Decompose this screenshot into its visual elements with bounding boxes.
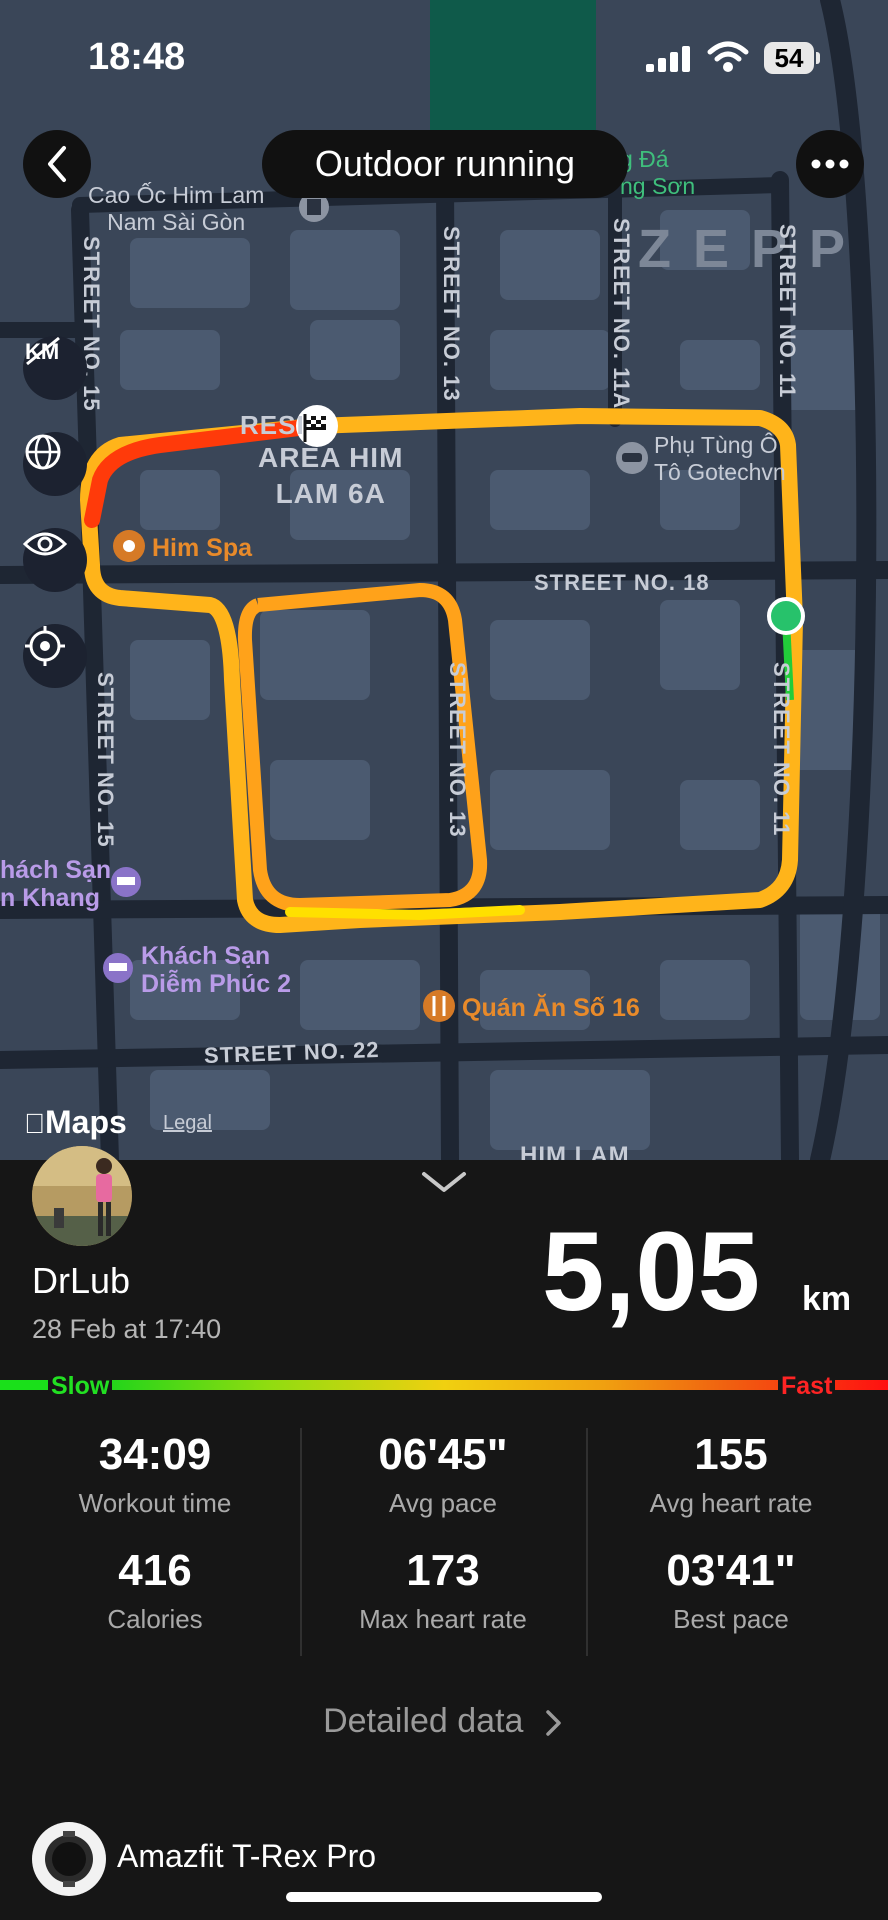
stat-workout-time: 34:09 Workout time [10, 1430, 300, 1519]
hotel-icon [111, 867, 141, 897]
area-him-lam-6a: AREA HIM LAM 6A [258, 442, 404, 509]
chevron-left-icon [48, 146, 66, 182]
visibility-toggle-button[interactable] [23, 528, 87, 592]
detailed-data-link[interactable]: Detailed data [0, 1702, 888, 1741]
user-name: DrLub [32, 1260, 131, 1301]
stat-label: Avg heart rate [649, 1488, 813, 1518]
poi-khach-san-diem-phuc: Khách Sạn Diễm Phúc 2 [141, 942, 292, 998]
car-service-icon [616, 442, 648, 474]
hotel-icon-2 [103, 953, 133, 983]
device-name: Amazfit T-Rex Pro [117, 1838, 377, 1874]
street-label-15-bottom: STREET NO. 15 [93, 672, 118, 848]
watch-icon [45, 1831, 93, 1887]
street-label-18: STREET NO. 18 [534, 570, 710, 595]
stat-value: 06'45" [378, 1430, 508, 1479]
map-layer-button[interactable] [23, 432, 87, 496]
restaurant-icon [423, 990, 455, 1022]
battery-indicator: 54 [764, 42, 814, 74]
detailed-data-label: Detailed data [323, 1702, 524, 1740]
distance-value: 5,05 [542, 1209, 760, 1334]
cellular-signal-icon [646, 46, 690, 72]
page-title: Outdoor running [262, 130, 628, 198]
street-label-13-top: STREET NO. 13 [439, 226, 464, 402]
status-time: 18:48 [88, 36, 186, 78]
km-markers-toggle-button[interactable]: KM [23, 336, 87, 400]
poi-bong-da: g Đá ng Sơn [620, 146, 696, 199]
area-him-lam-label: HIM LAM [520, 1142, 630, 1160]
stat-value: 34:09 [98, 1430, 212, 1479]
poi-him-spa: Him Spa [152, 534, 253, 562]
globe-icon [25, 434, 61, 470]
street-label-13-mid: STREET NO. 13 [445, 662, 470, 838]
stat-value: 155 [694, 1430, 768, 1479]
street-label-11-top: STREET NO. 11 [775, 224, 800, 399]
stat-max-heart-rate: 173 Max heart rate [298, 1546, 588, 1635]
stat-avg-heart-rate: 155 Avg heart rate [586, 1430, 876, 1519]
more-options-button[interactable] [796, 130, 864, 198]
collapse-chevron-icon[interactable] [420, 1168, 468, 1196]
distance-unit: km [802, 1280, 852, 1318]
crosshair-icon [25, 626, 65, 666]
chevron-right-icon [546, 1710, 561, 1736]
spa-icon [113, 530, 145, 562]
pace-gradient-bar [0, 1380, 888, 1390]
poi-cao-oc-him-lam: Cao Ốc Him Lam Nam Sài Gòn [88, 182, 265, 235]
status-bar: 18:48 54 [0, 0, 888, 110]
stat-label: Workout time [78, 1488, 232, 1518]
stat-label: Best pace [673, 1604, 789, 1634]
stat-value: 416 [118, 1546, 192, 1595]
route-slow-segment [285, 905, 525, 921]
zepp-watermark: ZEPP [638, 219, 868, 279]
stat-best-pace: 03'41" Best pace [586, 1546, 876, 1635]
start-point-marker [767, 597, 805, 635]
apple-maps-logo: Maps [24, 1104, 127, 1140]
recenter-button[interactable] [23, 624, 87, 688]
avatar-image [32, 1146, 132, 1246]
area-resi-label: RESI [240, 410, 305, 440]
battery-tip [816, 52, 820, 64]
stat-avg-pace: 06'45" Avg pace [298, 1430, 588, 1519]
home-indicator[interactable] [286, 1892, 602, 1902]
wifi-icon [707, 41, 749, 72]
stat-value: 03'41" [666, 1546, 796, 1595]
stat-label: Avg pace [389, 1488, 497, 1518]
pace-slow-label: Slow [48, 1372, 113, 1401]
pace-fast-label: Fast [778, 1372, 836, 1401]
poi-phu-tung: Phụ Tùng Ô Tô Gotechvn [654, 432, 786, 485]
legal-link[interactable]: Legal [163, 1112, 212, 1135]
km-markers-icon: KM [25, 336, 60, 366]
avatar[interactable] [32, 1146, 132, 1246]
stat-value: 173 [406, 1546, 480, 1595]
poi-khach-san-khang: hách Sạn n Khang [0, 856, 112, 912]
street-label-11-mid: STREET NO. 11 [769, 662, 794, 837]
back-button[interactable] [23, 130, 91, 198]
stat-calories: 416 Calories [10, 1546, 300, 1635]
stat-label: Max heart rate [359, 1604, 527, 1634]
street-label-11a: STREET NO. 11A [609, 218, 634, 410]
device-watch-icon [32, 1822, 106, 1896]
poi-quan-an-so-16: Quán Ăn Số 16 [462, 994, 640, 1022]
eye-icon [23, 532, 67, 556]
more-dots-icon [811, 159, 849, 169]
workout-date: 28 Feb at 17:40 [32, 1314, 222, 1344]
stat-label: Calories [107, 1604, 203, 1634]
